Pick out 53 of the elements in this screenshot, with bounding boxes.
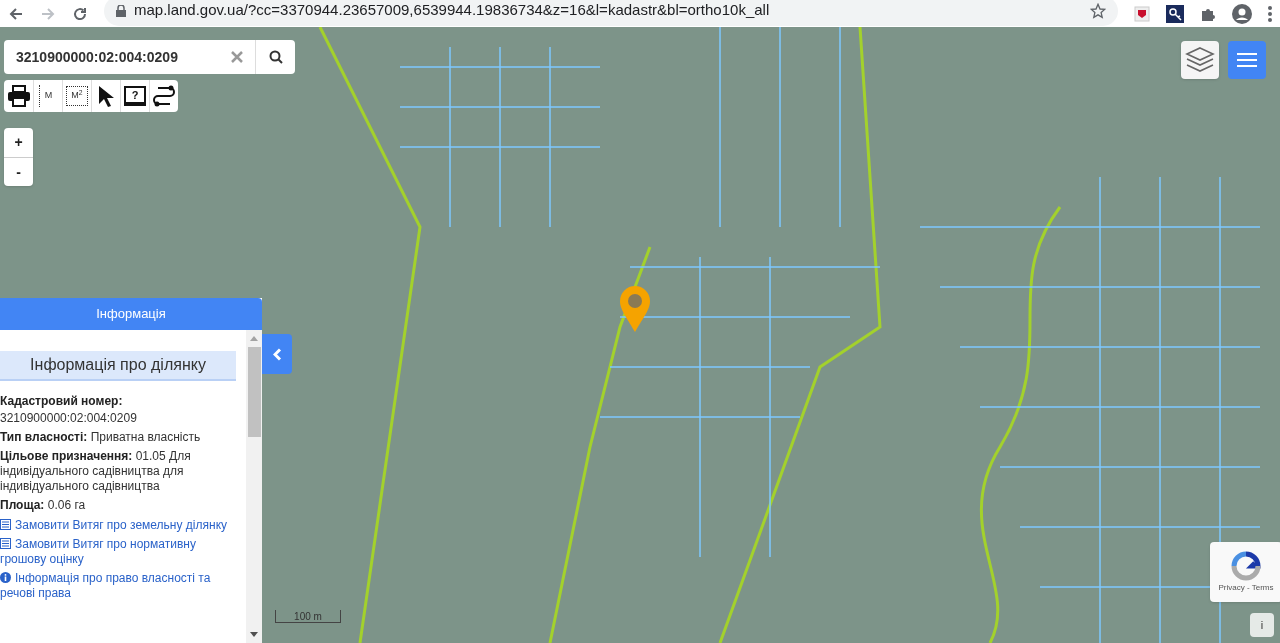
field-value: 3210900000:02:004:0209: [0, 411, 138, 426]
info-link[interactable]: Замовити Витяг про земельну ділянку: [0, 518, 236, 533]
address-bar[interactable]: map.land.gov.ua/?cc=3370944.23657009,6539944.19836734&z=16&l=kadastr&bl=ortho10k_all: [104, 0, 1118, 26]
scroll-down-icon[interactable]: [250, 632, 258, 637]
search-button[interactable]: [255, 40, 295, 74]
star-icon[interactable]: [1090, 2, 1106, 19]
printer-icon: [6, 85, 31, 107]
url-text: map.land.gov.ua/?cc=3370944.23657009,6539944.19836734&z=16&l=kadastr&bl=ortho10k_all: [134, 0, 771, 21]
list-icon: [0, 519, 11, 530]
zoom-out-button[interactable]: -: [4, 157, 33, 186]
privacy-terms-link[interactable]: Privacy - Terms: [1218, 582, 1274, 594]
menu-button[interactable]: [1228, 41, 1266, 79]
field-text: Тип власності: Приватна власність: [0, 430, 202, 445]
info-icon: [0, 572, 11, 583]
field-label: Кадастровий номер:: [0, 394, 124, 409]
info-link[interactable]: Інформація про право власності та речові права: [0, 571, 236, 601]
menu-icon: [1237, 52, 1257, 68]
key-extension-icon[interactable]: [1166, 4, 1184, 23]
search-icon: [268, 50, 283, 64]
attribution-button[interactable]: i: [1250, 613, 1274, 637]
location-pin-icon: [619, 285, 651, 333]
map-tool-button[interactable]: [149, 80, 178, 112]
extension-icon[interactable]: [1134, 5, 1150, 22]
scroll-thumb[interactable]: [247, 347, 261, 437]
collapse-panel-button[interactable]: [262, 334, 292, 374]
scrollbar[interactable]: [246, 330, 262, 643]
list-icon: [0, 538, 11, 549]
search-field[interactable]: 3210900000:02:004:0209: [4, 40, 255, 74]
map-tool-button[interactable]: ?: [120, 80, 149, 112]
pointer-icon: [98, 85, 114, 107]
panel-title: Інформація: [0, 298, 262, 330]
back-icon[interactable]: [8, 5, 24, 22]
recaptcha-logo-icon: [1230, 550, 1262, 582]
profile-icon[interactable]: [1232, 3, 1252, 24]
map-tool-button[interactable]: M: [33, 80, 62, 112]
layers-button[interactable]: [1181, 41, 1219, 79]
chevron-left-icon: [272, 347, 282, 361]
area-icon: M$^{2}$: [66, 86, 88, 106]
monitor-help-icon: ?: [124, 86, 146, 106]
field-text: Цільове призначення: 01.05 Для індивідуального садівництва для індивідуального садівництва: [0, 449, 192, 494]
section-heading: Інформація про ділянку: [0, 351, 236, 381]
info-link[interactable]: Замовити Витяг про нормативну грошову оцінку: [0, 537, 236, 567]
scale-label: 100 m: [294, 609, 322, 624]
lock-icon: [116, 4, 126, 17]
reload-icon[interactable]: [72, 5, 88, 22]
satellite-map[interactable]: [0, 27, 1280, 643]
layers-icon: [1185, 46, 1215, 74]
more-icon[interactable]: [1268, 5, 1272, 22]
clear-icon[interactable]: [231, 51, 243, 63]
zoom-in-button[interactable]: +: [4, 128, 33, 157]
map-tool-button[interactable]: M$^{2}$: [62, 80, 91, 112]
route-icon: [152, 85, 176, 107]
field-text: Площа: 0.06 га: [0, 498, 87, 513]
